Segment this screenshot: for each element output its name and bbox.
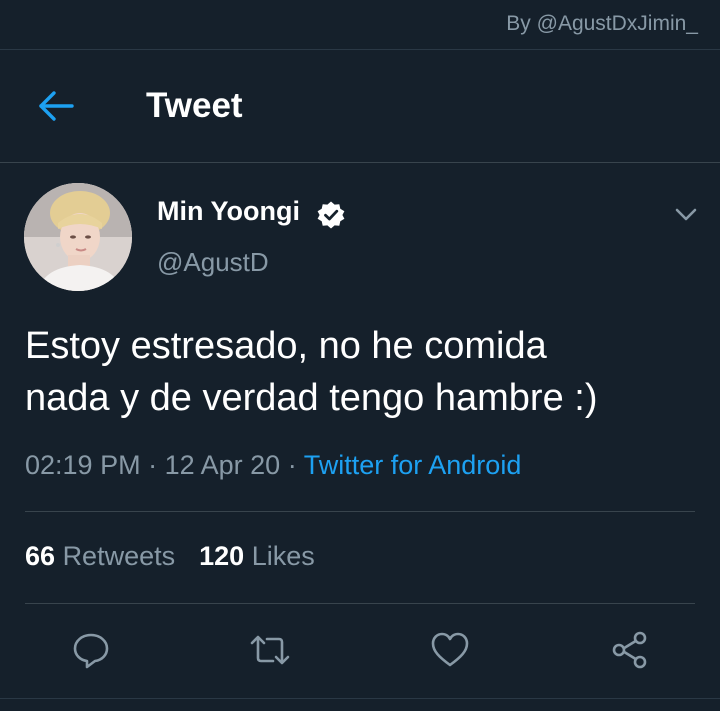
meta-separator: · — [287, 450, 297, 480]
retweets-stat[interactable]: 66 Retweets — [25, 541, 175, 571]
stats-top-divider — [25, 511, 695, 512]
share-icon — [612, 631, 647, 669]
verified-badge-icon — [317, 201, 345, 229]
retweets-count: 66 — [25, 541, 56, 571]
page-title: Tweet — [146, 86, 243, 125]
bottom-divider — [0, 698, 720, 699]
tweet-text-line-2: nada y de verdad tengo hambre :) — [25, 377, 598, 419]
avatar[interactable] — [24, 183, 132, 291]
header-bar: Tweet — [0, 50, 720, 163]
tweet-date: 12 Apr 20 — [164, 450, 281, 480]
tweet-text-line-1: Estoy estresado, no he comida — [25, 325, 547, 367]
tweet-stats: 66 Retweets 120 Likes — [25, 541, 315, 572]
tweet-text: Estoy estresado, no he comida nada y de v… — [25, 320, 705, 424]
author-handle[interactable]: @AgustD — [157, 247, 269, 278]
retweet-icon — [250, 635, 290, 665]
more-options-button[interactable] — [672, 202, 700, 226]
tweet-time: 02:19 PM — [25, 450, 141, 480]
reply-button[interactable] — [71, 630, 111, 670]
tweet-meta: 02:19 PM · 12 Apr 20 · Twitter for Andro… — [25, 450, 521, 481]
like-icon — [431, 632, 469, 667]
author-name[interactable]: Min Yoongi — [157, 196, 300, 227]
stats-bottom-divider — [25, 603, 695, 604]
reply-icon — [73, 633, 109, 669]
chevron-down-icon — [675, 208, 697, 221]
retweets-label: Retweets — [62, 541, 176, 571]
retweet-button[interactable] — [250, 630, 290, 670]
back-button[interactable] — [36, 88, 76, 124]
likes-count: 120 — [199, 541, 245, 571]
meta-separator: · — [148, 450, 158, 480]
watermark-text: By @AgustDxJimin_ — [506, 12, 698, 35]
likes-label: Likes — [251, 541, 315, 571]
share-button[interactable] — [610, 630, 650, 670]
tweet-source-link[interactable]: Twitter for Android — [304, 450, 522, 480]
tweet-detail-screen: By @AgustDxJimin_ Tweet Min Yoongi @Agus… — [0, 0, 720, 711]
likes-stat[interactable]: 120 Likes — [199, 541, 315, 571]
arrow-left-icon — [39, 91, 74, 121]
like-button[interactable] — [430, 630, 470, 670]
avatar-photo — [24, 183, 132, 291]
